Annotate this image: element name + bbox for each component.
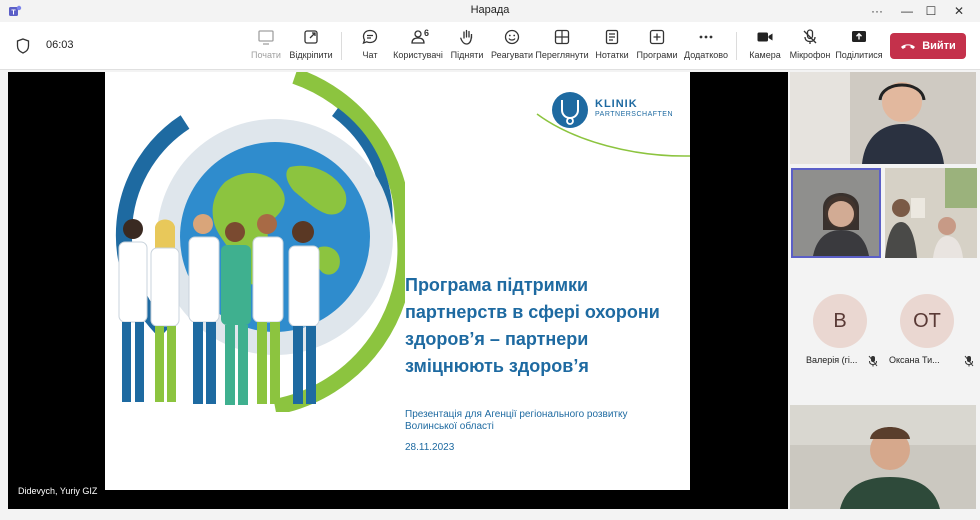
- monitor-icon: [258, 30, 274, 45]
- slide-title-line: Програма підтримки: [405, 275, 589, 295]
- slide-title: Програма підтримки партнерств в сфері ох…: [405, 272, 690, 380]
- more-window-options-button[interactable]: ···: [862, 2, 892, 20]
- notes-label: Нотатки: [595, 50, 629, 60]
- toolbar-divider: [341, 32, 342, 60]
- teams-meeting-window: T Нарада ··· — ☐ ✕ 06:03 Почати Відкріпи…: [0, 0, 980, 520]
- shared-content-stage: KLINIK PARTNERSCHAFTEN Програма підтримк…: [8, 72, 788, 509]
- participant-video-tile[interactable]: [885, 168, 977, 258]
- logo-text-primary: KLINIK: [595, 98, 638, 110]
- meeting-toolbar: 06:03 Почати Відкріпити Чат Користувачі …: [0, 22, 980, 70]
- slide-title-line: здоров’я – партнери: [405, 329, 589, 349]
- grid-view-icon: [554, 29, 570, 45]
- camera-icon: [757, 32, 773, 42]
- participant-avatar-tile[interactable]: В Валерія (гі...: [790, 270, 880, 374]
- more-dots-icon: [699, 35, 713, 39]
- participant-count: 6: [424, 28, 430, 38]
- hand-icon: [460, 29, 473, 45]
- view-label: Переглянути: [535, 50, 589, 60]
- participant-video: [793, 170, 879, 256]
- participant-video: [885, 168, 977, 258]
- plus-square-icon: [649, 29, 665, 45]
- chat-label: Чат: [362, 50, 378, 60]
- notes-icon: [605, 29, 619, 45]
- slide-date: 28.11.2023: [405, 442, 455, 453]
- share-label: Поділитися: [835, 50, 883, 60]
- participant-avatar-tile[interactable]: ОТ Оксана Ти...: [884, 270, 978, 374]
- meeting-timer: 06:03: [46, 39, 74, 51]
- mic-label: Мікрофон: [789, 50, 831, 60]
- slide-subtitle: Презентація для Агенції регіонального ро…: [405, 409, 665, 433]
- mic-off-icon: [964, 355, 974, 367]
- maximize-button[interactable]: ☐: [916, 2, 946, 20]
- window-title: Нарада: [470, 4, 510, 16]
- notes-button[interactable]: Нотатки: [594, 28, 630, 66]
- detach-button[interactable]: Відкріпити: [288, 28, 334, 66]
- leave-label: Вийти: [922, 40, 956, 52]
- people-button[interactable]: Користувачі: [392, 28, 444, 66]
- slide-subtitle-line: Волинської області: [405, 421, 494, 432]
- leave-button[interactable]: Вийти: [890, 33, 966, 59]
- shield-icon: [16, 38, 30, 54]
- slide-title-line: зміцнюють здоров’я: [405, 356, 589, 376]
- participant-video: [790, 405, 976, 509]
- logo-swoosh: [536, 113, 690, 157]
- slide-title-line: партнерств в сфері охорони: [405, 302, 660, 322]
- raise-hand-button[interactable]: Підняти: [450, 28, 484, 66]
- camera-label: Камера: [749, 50, 781, 60]
- start-label: Почати: [251, 50, 281, 60]
- participant-video-tile[interactable]: [790, 405, 976, 509]
- toolbar-divider: [736, 32, 737, 60]
- participant-video: [790, 72, 976, 164]
- react-label: Реагувати: [490, 50, 534, 60]
- close-window-button[interactable]: ✕: [944, 2, 974, 20]
- mic-button[interactable]: Мікрофон: [788, 28, 832, 66]
- pop-out-icon: [304, 30, 318, 44]
- chat-button[interactable]: Чат: [356, 28, 384, 66]
- participant-name: Оксана Ти...: [889, 355, 940, 365]
- chat-icon: [362, 29, 378, 45]
- more-button[interactable]: Додатково: [684, 28, 728, 66]
- start-recording-button[interactable]: Почати: [248, 28, 284, 66]
- mic-off-icon: [803, 29, 817, 44]
- title-bar: T Нарада ··· — ☐ ✕: [0, 0, 980, 22]
- people-label: Користувачі: [393, 50, 443, 60]
- phone-hangup-icon: [901, 44, 916, 49]
- presenter-name: Didevych, Yuriy GIZ: [18, 486, 98, 496]
- share-screen-icon: [852, 31, 866, 42]
- smile-icon: [504, 29, 520, 45]
- participant-video-tile[interactable]: [790, 72, 976, 164]
- raise-hand-label: Підняти: [450, 50, 484, 60]
- detach-label: Відкріпити: [289, 50, 333, 60]
- view-button[interactable]: Переглянути: [535, 28, 589, 66]
- camera-button[interactable]: Камера: [748, 28, 782, 66]
- share-button[interactable]: Поділитися: [835, 28, 883, 66]
- avatar: ОТ: [900, 294, 954, 348]
- participant-name: Валерія (гі...: [806, 355, 858, 365]
- mic-off-icon: [868, 355, 878, 367]
- slide-subtitle-line: Презентація для Агенції регіонального ро…: [405, 409, 628, 420]
- apps-button[interactable]: Програми: [636, 28, 678, 66]
- avatar: В: [813, 294, 867, 348]
- participant-video-tile-active[interactable]: [791, 168, 881, 258]
- apps-label: Програми: [636, 50, 678, 60]
- presentation-slide: KLINIK PARTNERSCHAFTEN Програма підтримк…: [105, 72, 690, 490]
- react-button[interactable]: Реагувати: [490, 28, 534, 66]
- more-label: Додатково: [684, 50, 728, 60]
- doctors-group-illustration: [118, 214, 320, 405]
